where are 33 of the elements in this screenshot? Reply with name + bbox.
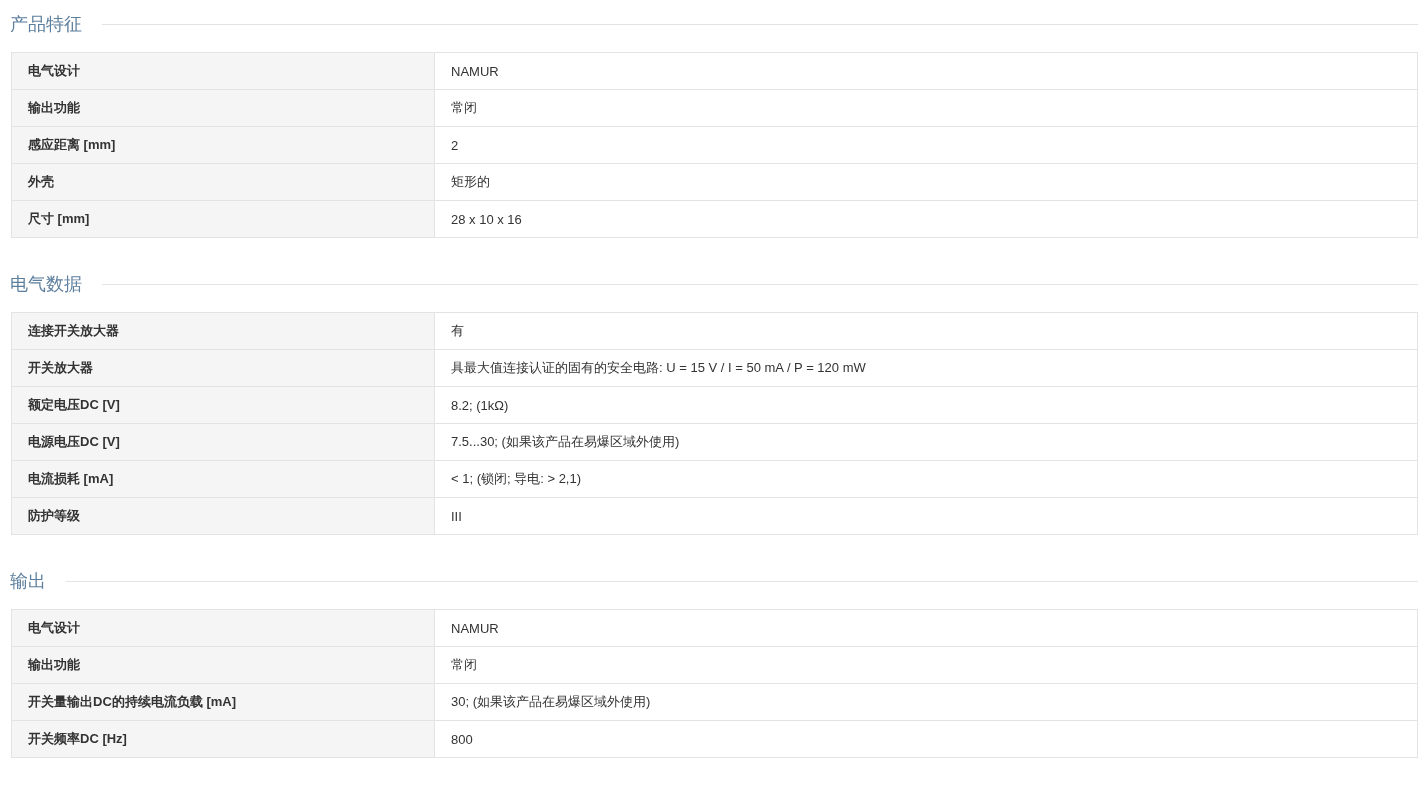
property-label: 开关放大器 [11, 349, 435, 387]
property-label: 输出功能 [11, 89, 435, 127]
property-value: 有 [434, 312, 1418, 350]
property-value: 30; (如果该产品在易爆区域外使用) [434, 683, 1418, 721]
property-label: 连接开关放大器 [11, 312, 435, 350]
property-label: 外壳 [11, 163, 435, 201]
section-title: 输出 [10, 570, 46, 593]
property-value: 7.5...30; (如果该产品在易爆区域外使用) [434, 423, 1418, 461]
property-label: 额定电压DC [V] [11, 386, 435, 424]
property-label: 开关频率DC [Hz] [11, 720, 435, 758]
property-value: 2 [434, 126, 1418, 164]
property-value: 28 x 10 x 16 [434, 200, 1418, 238]
property-value: 800 [434, 720, 1418, 758]
section-title: 产品特征 [10, 13, 82, 36]
property-value: 常闭 [434, 89, 1418, 127]
section-title: 电气数据 [10, 273, 82, 296]
property-value: < 1; (锁闭; 导电: > 2,1) [434, 460, 1418, 498]
property-value: 8.2; (1kΩ) [434, 386, 1418, 424]
property-value: 具最大值连接认证的固有的安全电路: U = 15 V / I = 50 mA / P = 120 mW [434, 349, 1418, 387]
property-label: 防护等级 [11, 497, 435, 535]
property-value: NAMUR [434, 52, 1418, 90]
property-label: 尺寸 [mm] [11, 200, 435, 238]
property-value: 矩形的 [434, 163, 1418, 201]
property-label: 电源电压DC [V] [11, 423, 435, 461]
property-label: 开关量输出DC的持续电流负载 [mA] [11, 683, 435, 721]
property-label: 电流损耗 [mA] [11, 460, 435, 498]
property-value: III [434, 497, 1418, 535]
property-label: 输出功能 [11, 646, 435, 684]
property-value: 常闭 [434, 646, 1418, 684]
property-label: 感应距离 [mm] [11, 126, 435, 164]
property-label: 电气设计 [11, 609, 435, 647]
property-label: 电气设计 [11, 52, 435, 90]
property-value: NAMUR [434, 609, 1418, 647]
